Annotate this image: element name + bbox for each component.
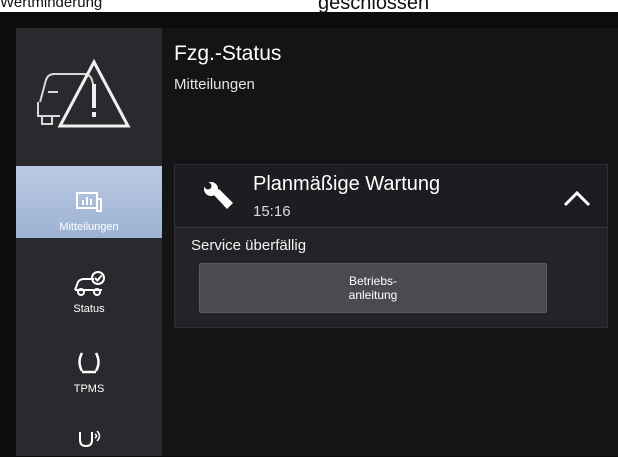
- collapse-button[interactable]: [557, 181, 597, 213]
- message-card-header[interactable]: Planmäßige Wartung 15:16: [175, 165, 607, 228]
- message-title: Planmäßige Wartung: [253, 173, 441, 195]
- sidebar-item-label: Mitteilungen: [59, 221, 119, 233]
- message-card: Planmäßige Wartung 15:16 Service überfäl…: [174, 164, 608, 328]
- screen: Wertminderung geschlossen Mitteilungen S…: [0, 0, 618, 456]
- connected-service-icon: [16, 428, 162, 457]
- wrench-icon: [201, 179, 235, 218]
- sidebar-item-label: Status: [73, 303, 105, 315]
- sidebar-item-mitteilungen[interactable]: Mitteilungen: [16, 166, 162, 238]
- sidebar-item-connected-service[interactable]: [16, 428, 162, 456]
- page-subtitle: Mitteilungen: [174, 76, 255, 93]
- service-overdue-text: Service überfällig: [191, 237, 307, 254]
- page-title: Fzg.-Status: [174, 42, 282, 65]
- top-left-text: Wertminderung: [0, 0, 103, 11]
- chevron-up-icon: [563, 190, 591, 207]
- messages-icon: [16, 190, 162, 219]
- tire-pressure-icon: [16, 350, 162, 381]
- sidebar-item-label: TPMS: [73, 383, 105, 395]
- sidebar-item-tpms[interactable]: TPMS: [16, 350, 162, 402]
- owners-manual-button-label: Betriebs- anleitung: [348, 274, 398, 302]
- main-panel: Fzg.-Status Mitteilungen Planmäßige Wart…: [162, 28, 618, 456]
- sidebar-item-status[interactable]: Status: [16, 270, 162, 326]
- vehicle-warning-icon: [32, 48, 132, 134]
- car-check-icon: [16, 270, 162, 301]
- message-time: 15:16: [253, 203, 291, 220]
- owners-manual-button[interactable]: Betriebs- anleitung: [199, 263, 547, 313]
